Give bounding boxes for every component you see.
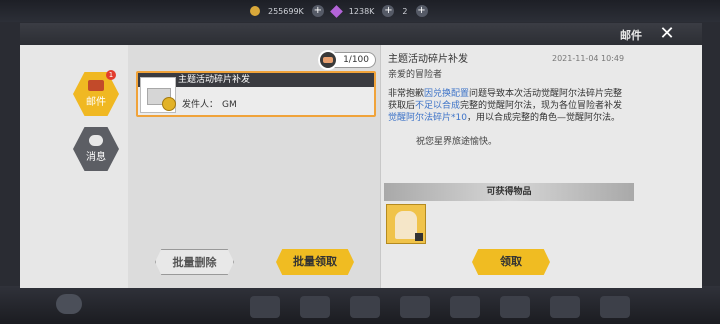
- sender-label: 发件人：: [182, 100, 219, 110]
- batch-claim-button[interactable]: 批量领取: [276, 249, 354, 275]
- add-stamina-button[interactable]: +: [415, 5, 428, 17]
- gem-amount: 1238K: [348, 6, 375, 16]
- body-text: 完整的觉醒阿尔法，现为各位冒险者补发: [460, 101, 623, 111]
- coin-icon: [250, 6, 260, 16]
- chat-bubble-icon: [89, 135, 103, 146]
- sender-name: GM: [222, 100, 237, 110]
- top-resource-bar: 255699K + 1238K + 2 +: [0, 0, 720, 22]
- add-coin-button[interactable]: +: [311, 5, 324, 17]
- claim-button[interactable]: 领取: [472, 249, 550, 275]
- menu-slot-icon[interactable]: [250, 296, 280, 318]
- menu-slot-icon[interactable]: [400, 296, 430, 318]
- detail-sign: 祝您星界旅途愉快。: [416, 137, 498, 147]
- add-gem-button[interactable]: +: [382, 5, 395, 17]
- menu-slot-icon[interactable]: [350, 296, 380, 318]
- bottom-menu-bar: [0, 286, 720, 324]
- stamina-amount: 2: [402, 6, 408, 16]
- menu-slot-icon[interactable]: [550, 296, 580, 318]
- character-icon: [395, 211, 417, 239]
- body-highlight: 不足以合成: [415, 101, 461, 111]
- coin-amount: 255699K: [268, 6, 304, 16]
- close-icon[interactable]: ✕: [656, 24, 678, 44]
- unread-badge: 1: [106, 70, 116, 80]
- panel-title: 邮件: [620, 29, 642, 42]
- body-highlight: 觉醒阿尔法碎片*10: [388, 113, 467, 123]
- reward-item[interactable]: [386, 204, 426, 244]
- detail-greeting: 亲爱的冒险者: [388, 70, 443, 80]
- batch-delete-button[interactable]: 批量删除: [155, 249, 234, 275]
- nav-tab-label: 邮件: [86, 97, 106, 108]
- item-tag-icon: [415, 233, 423, 241]
- menu-slot-icon[interactable]: [600, 296, 630, 318]
- mail-item-sender: 发件人： GM: [178, 97, 237, 110]
- detail-title: 主题活动碎片补发: [388, 54, 468, 65]
- gem-icon: [329, 4, 343, 18]
- mail-list-item[interactable]: 主题活动碎片补发 发件人： GM: [136, 71, 376, 117]
- body-text: 非常抱歉: [388, 89, 425, 99]
- mailbox-icon: [318, 50, 338, 70]
- body-text: ，用以合成完整的角色—觉醒阿尔法。: [466, 113, 620, 123]
- menu-slot-icon[interactable]: [500, 296, 530, 318]
- items-header: 可获得物品: [384, 183, 634, 201]
- detail-body: 非常抱歉因兑换配置问题导致本次活动觉醒阿尔法碎片完整获取后不足以合成完整的觉醒阿…: [388, 88, 628, 124]
- detail-date: 2021-11-04 10:49: [552, 54, 625, 63]
- nav-tab-label: 消息: [86, 152, 106, 163]
- menu-slot-icon[interactable]: [450, 296, 480, 318]
- menu-slot-icon[interactable]: [300, 296, 330, 318]
- panel-header: 邮件 ✕: [20, 23, 702, 45]
- body-highlight: 因兑换配置: [424, 89, 470, 99]
- mail-icon: [88, 80, 104, 91]
- chat-icon[interactable]: [56, 294, 82, 314]
- attachment-icon: [162, 97, 176, 111]
